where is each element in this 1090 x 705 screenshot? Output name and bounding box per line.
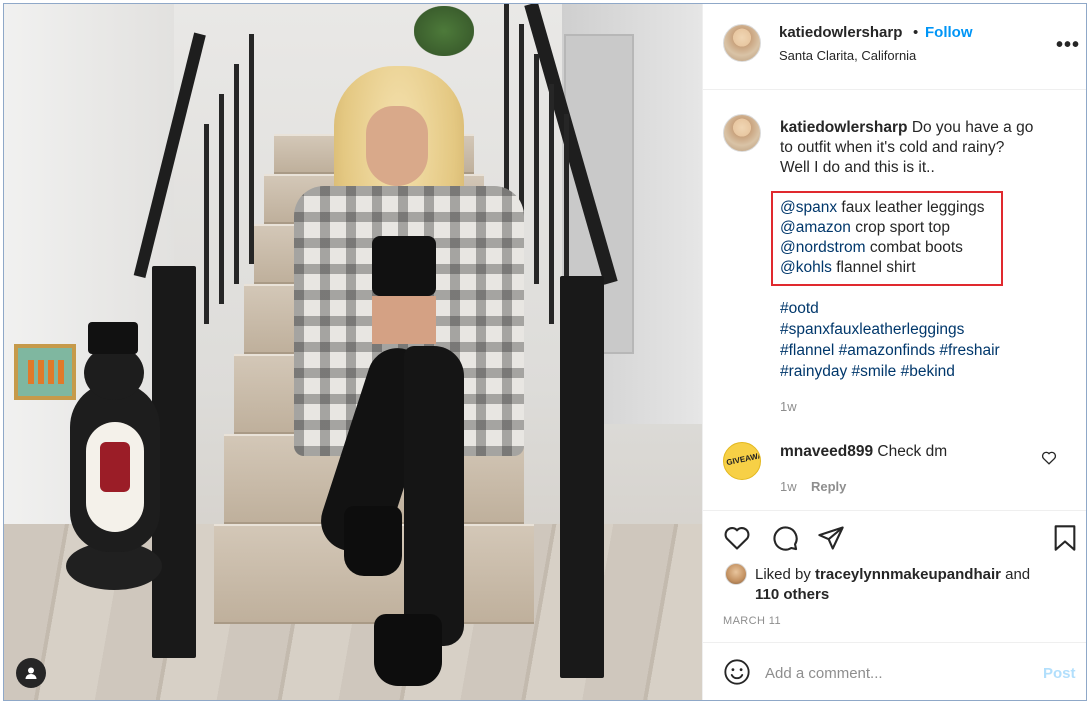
product-text: crop sport top [855,219,950,236]
comment-age[interactable]: 1w [780,479,797,494]
share-icon[interactable] [817,524,845,557]
hashtag-line-3[interactable]: #flannel #amazonfinds #freshair [780,341,1000,361]
user-tag-icon[interactable] [16,658,46,688]
instagram-post-window: katiedowlersharp • Follow Santa Clarita,… [3,3,1087,701]
like-comment-icon[interactable] [1041,450,1057,470]
liked-by-user[interactable]: traceylynnmakeupandhair [815,566,1001,583]
follow-button[interactable]: Follow [925,24,973,41]
liked-by-prefix: Liked by [755,566,811,583]
post-location[interactable]: Santa Clarita, California [779,48,916,63]
product-line-3: @nordstrom combat boots [780,238,963,258]
reply-button[interactable]: Reply [811,479,846,494]
product-text: flannel shirt [836,259,916,276]
likes-count-link[interactable]: 110 others [755,586,829,603]
caption-text-1: Do you have a go [911,119,1034,136]
product-line-4: @kohls flannel shirt [780,258,916,278]
caption-text-3: Well I do and this is it.. [780,159,935,176]
caption-age[interactable]: 1w [780,399,797,414]
product-text: faux leather leggings [841,199,985,216]
product-line-1: @spanx faux leather leggings [780,198,984,218]
hashtag-line-1[interactable]: #ootd [780,299,819,319]
commenter-avatar[interactable]: GIVEAWAY [723,442,761,480]
author-avatar[interactable] [723,24,761,62]
comment-box-divider [703,642,1086,643]
commenter-username[interactable]: mnaveed899 [780,443,873,460]
mention-link[interactable]: @nordstrom [780,239,866,256]
post-sidebar: katiedowlersharp • Follow Santa Clarita,… [702,4,1086,700]
liked-by-line-2: 110 others [755,586,829,603]
photo-framed-picture [14,344,76,400]
caption-first-line: katiedowlersharp Do you have a go [780,118,1033,138]
actions-divider [703,510,1086,511]
comment-icon[interactable] [771,524,799,557]
bookmark-icon[interactable] [1051,524,1079,557]
post-photo[interactable] [4,4,702,700]
liked-by-avatar[interactable] [725,563,747,585]
caption-username[interactable]: katiedowlersharp [780,119,908,136]
more-options-icon[interactable]: ••• [1056,34,1080,57]
product-line-2: @amazon crop sport top [780,218,950,238]
mention-link[interactable]: @kohls [780,259,832,276]
commenter-avatar-text: GIVEAWAY [725,449,761,468]
mention-link[interactable]: @amazon [780,219,851,236]
liked-by-line-1: Liked by traceylynnmakeupandhair and [755,566,1030,583]
liked-by-and: and [1005,566,1031,583]
post-date[interactable]: MARCH 11 [723,615,781,627]
hashtag-line-4[interactable]: #rainyday #smile #bekind [780,362,955,382]
photo-person [254,66,584,686]
emoji-icon[interactable] [723,658,751,691]
add-comment-input[interactable] [765,660,1025,686]
caption-text-2: to outfit when it's cold and rainy? [780,139,1005,156]
comment-text: Check dm [877,443,948,460]
post-header: katiedowlersharp • Follow Santa Clarita,… [703,4,1086,90]
product-text: combat boots [869,239,963,256]
comment-line: mnaveed899 Check dm [780,442,947,462]
post-comment-button[interactable]: Post [1043,665,1076,682]
author-username[interactable]: katiedowlersharp [779,24,902,41]
caption-avatar[interactable] [723,114,761,152]
heart-icon[interactable] [723,524,751,557]
header-separator: • [913,24,919,41]
photo-plant [414,6,474,56]
mention-link[interactable]: @spanx [780,199,837,216]
hashtag-line-2[interactable]: #spanxfauxleatherleggings [780,320,964,340]
